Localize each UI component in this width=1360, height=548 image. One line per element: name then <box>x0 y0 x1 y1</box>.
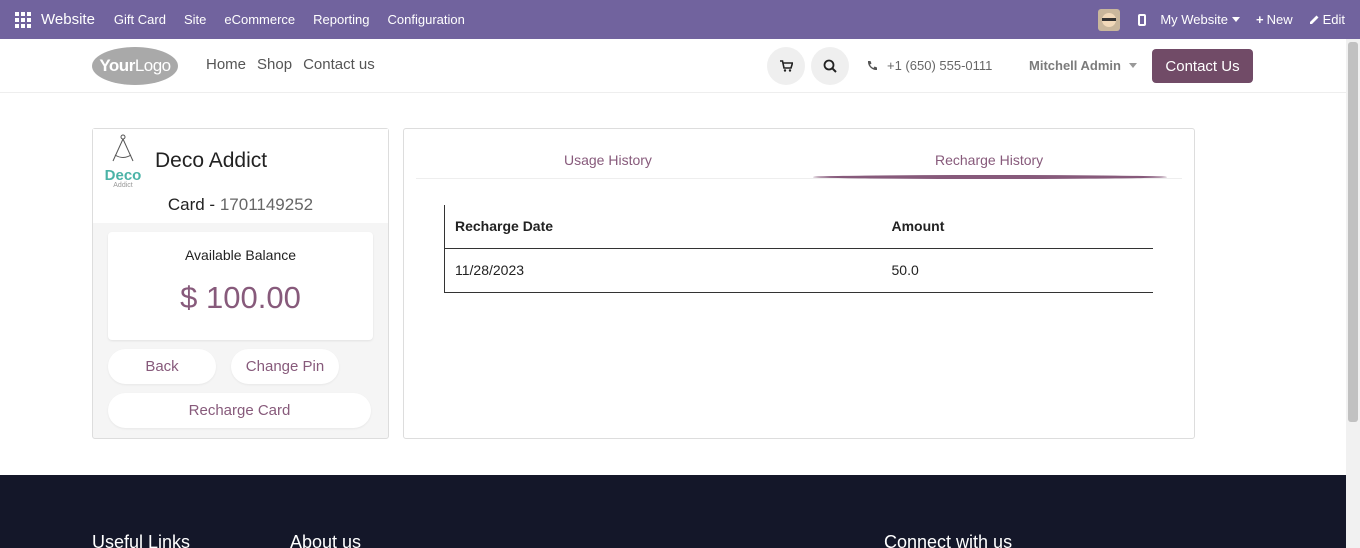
partner-logo-sub: Addict <box>113 182 133 189</box>
table-row: 11/28/2023 50.0 <box>444 248 1153 293</box>
user-menu-dropdown[interactable]: Mitchell Admin <box>1029 58 1137 73</box>
admin-navbar: Website Gift Card Site eCommerce Reporti… <box>0 0 1360 39</box>
phone-icon <box>867 60 877 70</box>
admin-menu: Gift Card Site eCommerce Reporting Confi… <box>105 12 474 27</box>
card-header: Deco Addict Deco Addict Card - 170114925… <box>93 129 388 223</box>
cell-amount: 50.0 <box>881 248 1153 293</box>
logo-logo-text: Logo <box>134 56 171 75</box>
admin-menu-gift-card[interactable]: Gift Card <box>105 12 175 27</box>
card-number: 1701149252 <box>219 195 314 214</box>
admin-menu-ecommerce[interactable]: eCommerce <box>215 12 304 27</box>
search-button[interactable] <box>811 47 849 85</box>
card-prefix: Card - <box>167 195 220 214</box>
footer-connect-heading: Connect with us <box>884 532 1013 548</box>
history-panel: Usage History Recharge History Recharge … <box>403 128 1195 439</box>
footer-about-us-heading: About us <box>290 532 362 548</box>
site-logo[interactable]: Your Logo <box>92 47 178 85</box>
site-footer: Useful Links About us Connect with us <box>0 475 1346 548</box>
phone-link[interactable]: +1 (650) 555-0111 <box>866 58 992 73</box>
mobile-preview-icon[interactable] <box>1138 13 1147 26</box>
cart-icon <box>779 60 793 72</box>
column-header-recharge-date: Recharge Date <box>444 205 882 249</box>
chevron-down-icon <box>1128 63 1137 68</box>
app-title[interactable]: Website <box>41 11 95 28</box>
nav-contact-us[interactable]: Contact us <box>303 56 375 73</box>
edit-label: Edit <box>1322 12 1345 27</box>
cart-button[interactable] <box>767 47 805 85</box>
recharge-card-button[interactable]: Recharge Card <box>108 393 371 428</box>
cell-recharge-date: 11/28/2023 <box>444 248 882 293</box>
nav-home[interactable]: Home <box>206 56 246 73</box>
tab-usage-history[interactable]: Usage History <box>564 152 652 168</box>
partner-name: Deco Addict <box>155 149 268 172</box>
pencil-icon <box>1309 15 1319 24</box>
edit-button[interactable]: Edit <box>1309 12 1345 27</box>
admin-right-actions: My Website + New Edit <box>1098 0 1360 39</box>
footer-useful-links-heading: Useful Links <box>92 532 191 548</box>
compass-icon <box>112 134 134 162</box>
website-header: Your Logo Home Shop Contact us +1 (650) 5… <box>0 39 1346 93</box>
user-avatar[interactable] <box>1098 8 1121 31</box>
scrollbar-thumb[interactable] <box>1348 42 1358 422</box>
main-nav: Home Shop Contact us <box>206 56 386 73</box>
nav-shop[interactable]: Shop <box>257 56 292 73</box>
phone-number: +1 (650) 555-0111 <box>887 58 993 73</box>
table-header-row: Recharge Date Amount <box>444 205 1153 249</box>
my-website-label: My Website <box>1160 12 1228 27</box>
page-scrollbar[interactable] <box>1346 39 1360 548</box>
logo-your-text: Your <box>99 56 135 75</box>
contact-us-button[interactable]: Contact Us <box>1152 49 1253 83</box>
column-header-amount: Amount <box>881 205 1153 249</box>
my-website-dropdown[interactable]: My Website <box>1160 12 1240 27</box>
balance-label: Available Balance <box>184 247 297 263</box>
search-icon <box>823 59 837 73</box>
balance-box: Available Balance $ 100.00 <box>108 232 373 340</box>
new-button[interactable]: + New <box>1256 12 1293 27</box>
back-button[interactable]: Back <box>108 349 216 384</box>
history-tabs: Usage History Recharge History <box>416 129 1182 179</box>
balance-value: $ 100.00 <box>180 280 301 315</box>
change-pin-button[interactable]: Change Pin <box>231 349 339 384</box>
chevron-down-icon <box>1231 17 1240 22</box>
new-label: New <box>1266 12 1293 27</box>
plus-icon: + <box>1255 12 1264 27</box>
admin-menu-site[interactable]: Site <box>175 12 215 27</box>
admin-menu-configuration[interactable]: Configuration <box>379 12 474 27</box>
user-name: Mitchell Admin <box>1029 58 1121 73</box>
active-tab-indicator <box>813 175 1167 179</box>
gift-card-panel: Deco Addict Deco Addict Card - 170114925… <box>92 128 389 439</box>
recharge-history-table: Recharge Date Amount 11/28/2023 50.0 <box>444 205 1153 293</box>
apps-grid-icon[interactable] <box>15 11 31 28</box>
partner-logo: Deco Addict <box>103 133 143 189</box>
tab-recharge-history[interactable]: Recharge History <box>935 152 1043 168</box>
card-number-line: Card - 1701149252 <box>93 195 388 215</box>
admin-menu-reporting[interactable]: Reporting <box>304 12 378 27</box>
